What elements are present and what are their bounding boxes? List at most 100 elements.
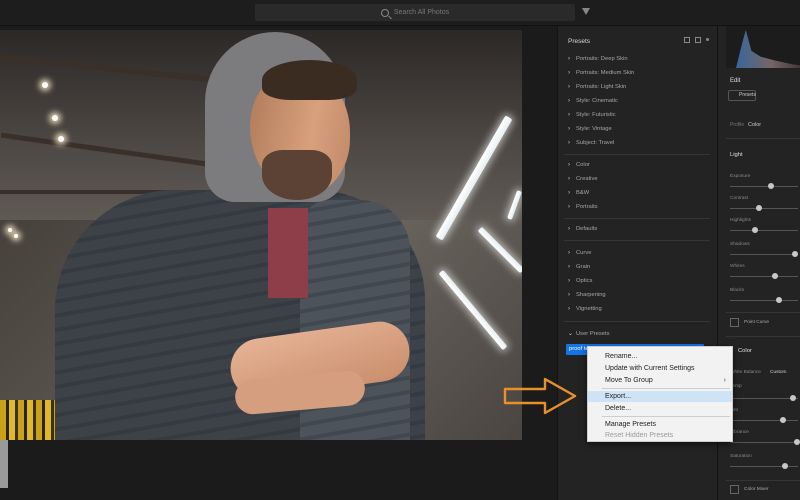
chevron-right-icon: › — [568, 112, 570, 118]
exposure-slider[interactable] — [730, 183, 798, 189]
profile-select[interactable]: Color — [748, 122, 761, 128]
menu-item-delete[interactable]: Delete... — [588, 403, 732, 414]
preset-item[interactable]: › B&W — [568, 190, 589, 196]
preset-label: Vignetting — [576, 306, 602, 312]
search-input[interactable]: Search All Photos — [255, 4, 575, 21]
color-mixer-label[interactable]: Color Mixer — [744, 487, 769, 492]
slider-knob[interactable] — [772, 273, 778, 279]
preset-label: Defaults — [576, 226, 598, 232]
preset-label: Grain — [576, 264, 591, 270]
histogram-graph — [736, 30, 800, 68]
preset-item[interactable]: › Style: Cinematic — [568, 98, 618, 104]
highlights-slider[interactable] — [730, 227, 798, 233]
light-section-header[interactable]: Light — [730, 152, 743, 158]
panel-divider — [726, 336, 800, 337]
menu-item-rename[interactable]: Rename... — [588, 351, 732, 362]
slider-knob[interactable] — [768, 183, 774, 189]
preset-label: B&W — [576, 190, 590, 196]
color-section-header[interactable]: Color — [738, 348, 752, 354]
top-bar: Search All Photos — [0, 0, 800, 26]
menu-item-reset-hidden: Reset Hidden Presets — [605, 432, 674, 439]
search-placeholder: Search All Photos — [393, 9, 450, 16]
chevron-right-icon: › — [568, 140, 570, 146]
whites-slider[interactable] — [730, 273, 798, 279]
preset-group-user[interactable]: ⌄ User Presets — [568, 330, 610, 337]
slider-knob[interactable] — [780, 417, 786, 423]
search-icon — [380, 8, 389, 17]
shadows-slider[interactable] — [730, 251, 798, 257]
slider-knob[interactable] — [776, 297, 782, 303]
color-mixer-icon — [730, 485, 739, 494]
preset-label: Style: Vintage — [576, 126, 612, 132]
point-curve-label[interactable]: Point Curve — [744, 320, 769, 325]
tint-slider[interactable] — [730, 417, 798, 423]
saturation-slider[interactable] — [730, 463, 798, 469]
slider-knob[interactable] — [794, 439, 800, 445]
chevron-right-icon: › — [568, 204, 570, 210]
filter-icon[interactable] — [582, 8, 590, 15]
presets-button[interactable]: Presets — [728, 90, 756, 101]
menu-item-update[interactable]: Update with Current Settings — [588, 363, 732, 374]
chevron-down-icon: ⌄ — [568, 331, 574, 337]
slider-knob[interactable] — [782, 463, 788, 469]
photo-light-strip — [477, 226, 522, 274]
menu-item-manage-presets[interactable]: Manage Presets — [588, 419, 732, 430]
preset-item[interactable]: › Curve — [568, 250, 591, 256]
preset-item[interactable]: › Portraits: Medium Skin — [568, 70, 634, 76]
group-divider — [564, 218, 710, 219]
chevron-right-icon: › — [723, 377, 726, 384]
app-window: Search All Photos Presets › Portraits: D… — [0, 0, 800, 500]
chevron-right-icon: › — [568, 264, 570, 270]
temp-slider[interactable] — [730, 395, 798, 401]
slider-knob[interactable] — [792, 251, 798, 257]
preset-label: Style: Cinematic — [576, 98, 618, 104]
slider-knob[interactable] — [756, 205, 762, 211]
chevron-right-icon: › — [568, 176, 570, 182]
contrast-slider[interactable] — [730, 205, 798, 211]
preset-item[interactable]: › Style: Vintage — [568, 126, 612, 132]
preset-item[interactable]: › Sharpening — [568, 292, 606, 298]
preset-item[interactable]: › Portraits — [568, 204, 598, 210]
white-balance-select[interactable]: Custom — [770, 370, 787, 375]
preset-item[interactable]: › Portraits: Light Skin — [568, 84, 626, 90]
vibrance-slider[interactable] — [730, 439, 800, 445]
chevron-right-icon: › — [568, 84, 570, 90]
preset-label: Style: Futuristic — [576, 112, 616, 118]
group-divider — [564, 321, 710, 322]
photo-spotlight — [14, 234, 18, 238]
preset-item[interactable]: › Grain — [568, 264, 590, 270]
menu-item-move-to-group[interactable]: Move To Group › — [588, 375, 732, 386]
folder-icon[interactable] — [695, 37, 701, 43]
preset-item[interactable]: › Subject: Travel — [568, 140, 614, 146]
white-balance-label: White Balance — [730, 370, 761, 375]
chevron-right-icon: › — [568, 56, 570, 62]
more-icon[interactable] — [706, 38, 709, 41]
photo-spotlight — [8, 228, 12, 232]
chevron-right-icon: › — [568, 292, 570, 298]
preset-item[interactable]: › Creative — [568, 176, 598, 182]
import-icon[interactable] — [684, 37, 690, 43]
menu-separator — [602, 388, 730, 389]
preset-label: Portraits: Medium Skin — [576, 70, 635, 76]
blacks-slider[interactable] — [730, 297, 798, 303]
filmstrip-thumbnail[interactable] — [0, 440, 8, 488]
preset-item[interactable]: › Portraits: Deep Skin — [568, 56, 628, 62]
preset-label: Creative — [576, 176, 598, 182]
preset-item[interactable]: › Color — [568, 162, 590, 168]
panel-divider — [726, 138, 800, 139]
slider-knob[interactable] — [790, 395, 796, 401]
slider-label: Blacks — [730, 288, 745, 293]
presets-title: Presets — [568, 38, 591, 45]
preset-item[interactable]: › Optics — [568, 278, 592, 284]
photo-canvas[interactable] — [0, 30, 522, 440]
panel-divider — [726, 312, 800, 313]
preset-label: Portraits: Deep Skin — [576, 56, 628, 62]
menu-item-export[interactable]: Export... — [588, 391, 732, 402]
slider-label: Whites — [730, 264, 745, 269]
preset-item[interactable]: › Vignetting — [568, 306, 602, 312]
slider-knob[interactable] — [752, 227, 758, 233]
preset-label: Sharpening — [576, 292, 606, 298]
preset-item[interactable]: › Style: Futuristic — [568, 112, 616, 118]
preset-item[interactable]: › Defaults — [568, 226, 597, 232]
panel-divider — [726, 480, 800, 481]
